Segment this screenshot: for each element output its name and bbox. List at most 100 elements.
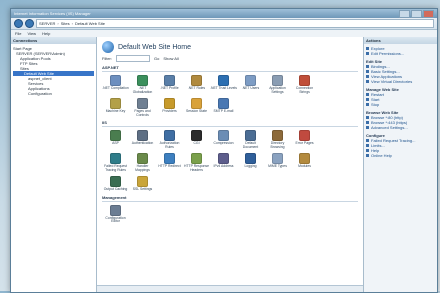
- action-link[interactable]: View Virtual Directories: [366, 79, 435, 84]
- filter-input[interactable]: [116, 55, 150, 62]
- title-bar: Internet Information Services (IIS) Mana…: [11, 9, 437, 18]
- action-icon: [366, 144, 369, 147]
- minimize-button[interactable]: [399, 9, 410, 18]
- feature-item[interactable]: Providers: [156, 98, 183, 117]
- feature-item[interactable]: HTTP Redirect: [156, 153, 183, 172]
- feature-label: ASP: [112, 141, 119, 145]
- feature-group: ASP.NET .NET Compilation .NET Globalizatio…: [102, 65, 358, 117]
- feature-label: Modules: [298, 164, 311, 168]
- action-link[interactable]: Stop: [366, 102, 435, 107]
- show-all-button[interactable]: Show All: [163, 56, 178, 61]
- feature-item[interactable]: CGI: [183, 130, 210, 149]
- feature-label: .NET Roles: [187, 86, 206, 90]
- feature-item[interactable]: HTTP Response Headers: [183, 153, 210, 172]
- action-link[interactable]: Edit Permissions...: [366, 51, 435, 56]
- feature-item[interactable]: Modules: [291, 153, 318, 172]
- feature-label: CGI: [193, 141, 200, 145]
- connections-pane: Connections Start Page SERVER (SERVER\Ad…: [11, 37, 97, 292]
- menu-file[interactable]: File: [15, 31, 21, 36]
- feature-item[interactable]: SMTP E-mail: [210, 98, 237, 117]
- feature-label: IPv4 Address: [213, 164, 234, 168]
- chevron-right-icon: ›: [57, 21, 59, 26]
- feature-item[interactable]: .NET Profile: [156, 75, 183, 94]
- action-icon: [366, 149, 369, 152]
- feature-icon: [218, 153, 229, 164]
- feature-item[interactable]: Pages and Controls: [129, 98, 156, 117]
- connections-title: Connections: [11, 37, 96, 44]
- feature-item[interactable]: SSL Settings: [129, 176, 156, 192]
- feature-icon: [245, 130, 256, 141]
- feature-label: Failed Request Tracing Rules: [104, 164, 127, 172]
- feature-icon: [218, 130, 229, 141]
- feature-label: SMTP E-mail: [213, 109, 234, 113]
- feature-item[interactable]: Output Caching: [102, 176, 129, 192]
- breadcrumb-item[interactable]: Default Web Site: [75, 21, 105, 26]
- action-icon: [366, 75, 369, 78]
- feature-item[interactable]: .NET Users: [237, 75, 264, 94]
- feature-icon: [245, 75, 256, 86]
- feature-label: SSL Settings: [132, 187, 153, 191]
- feature-item[interactable]: Configuration Editor: [102, 204, 129, 224]
- feature-item[interactable]: Connection Strings: [291, 75, 318, 94]
- feature-icon: [110, 204, 121, 216]
- go-button[interactable]: Go: [154, 56, 159, 61]
- breadcrumb[interactable]: SERVER › Sites › Default Web Site: [36, 19, 434, 28]
- forward-icon[interactable]: [25, 19, 34, 28]
- feature-label: Application Settings: [269, 86, 286, 94]
- feature-item[interactable]: Authentication: [129, 130, 156, 149]
- feature-icon: [191, 75, 202, 86]
- feature-item[interactable]: Logging: [237, 153, 264, 172]
- action-link[interactable]: Advanced Settings...: [366, 125, 435, 130]
- feature-label: Compression: [213, 141, 234, 145]
- feature-item[interactable]: Machine Key: [102, 98, 129, 117]
- feature-icon: [218, 75, 229, 86]
- close-button[interactable]: [423, 9, 434, 18]
- feature-item[interactable]: Handler Mappings: [129, 153, 156, 172]
- feature-item[interactable]: Default Document: [237, 130, 264, 149]
- breadcrumb-item[interactable]: Sites: [61, 21, 70, 26]
- feature-item[interactable]: Application Settings: [264, 75, 291, 94]
- feature-item[interactable]: ASP: [102, 130, 129, 149]
- feature-item[interactable]: Authorization Rules: [156, 130, 183, 149]
- chevron-right-icon: ›: [71, 21, 73, 26]
- feature-item[interactable]: .NET Roles: [183, 75, 210, 94]
- feature-label: Configuration Editor: [105, 215, 126, 223]
- feature-item[interactable]: Failed Request Tracing Rules: [102, 153, 129, 172]
- feature-item[interactable]: IPv4 Address: [210, 153, 237, 172]
- feature-label: HTTP Redirect: [158, 164, 181, 168]
- feature-item[interactable]: .NET Trust Levels: [210, 75, 237, 94]
- feature-item[interactable]: Error Pages: [291, 130, 318, 149]
- action-icon: [366, 93, 369, 96]
- action-icon: [366, 126, 369, 129]
- feature-icon: [272, 153, 283, 164]
- globe-icon: [102, 41, 114, 53]
- feature-item[interactable]: .NET Globalization: [129, 75, 156, 94]
- action-icon: [366, 139, 369, 142]
- back-icon[interactable]: [14, 19, 23, 28]
- feature-item[interactable]: MIME Types: [264, 153, 291, 172]
- actions-list: Explore Edit Permissions... Edit Site Bindi…: [366, 46, 435, 158]
- feature-icon: [110, 98, 121, 109]
- feature-group: IIS ASP Authentication Authorization Rules C…: [102, 120, 358, 192]
- feature-icon: [110, 130, 121, 141]
- action-link[interactable]: Online Help: [366, 153, 435, 158]
- feature-item[interactable]: Directory Browsing: [264, 130, 291, 149]
- action-icon: [366, 116, 369, 119]
- maximize-button[interactable]: [411, 9, 422, 18]
- menu-help[interactable]: Help: [42, 31, 50, 36]
- breadcrumb-item[interactable]: SERVER: [39, 21, 55, 26]
- feature-label: Directory Browsing: [270, 141, 285, 149]
- actions-pane: Actions Explore Edit Permissions... Edit S…: [363, 37, 437, 292]
- feature-item[interactable]: Compression: [210, 130, 237, 149]
- action-label: Edit Permissions...: [371, 51, 405, 56]
- feature-item[interactable]: Session State: [183, 98, 210, 117]
- feature-icon: [137, 98, 148, 109]
- connections-tree: Start Page SERVER (SERVER\Admin) Applica…: [13, 46, 94, 96]
- feature-label: MIME Types: [268, 164, 287, 168]
- tree-item-configuration[interactable]: Configuration: [13, 91, 94, 96]
- menu-view[interactable]: View: [27, 31, 36, 36]
- group-title: ASP.NET: [102, 65, 358, 72]
- iis-manager-window: Internet Information Services (IIS) Mana…: [10, 8, 438, 293]
- feature-label: Session State: [186, 109, 207, 113]
- feature-item[interactable]: .NET Compilation: [102, 75, 129, 94]
